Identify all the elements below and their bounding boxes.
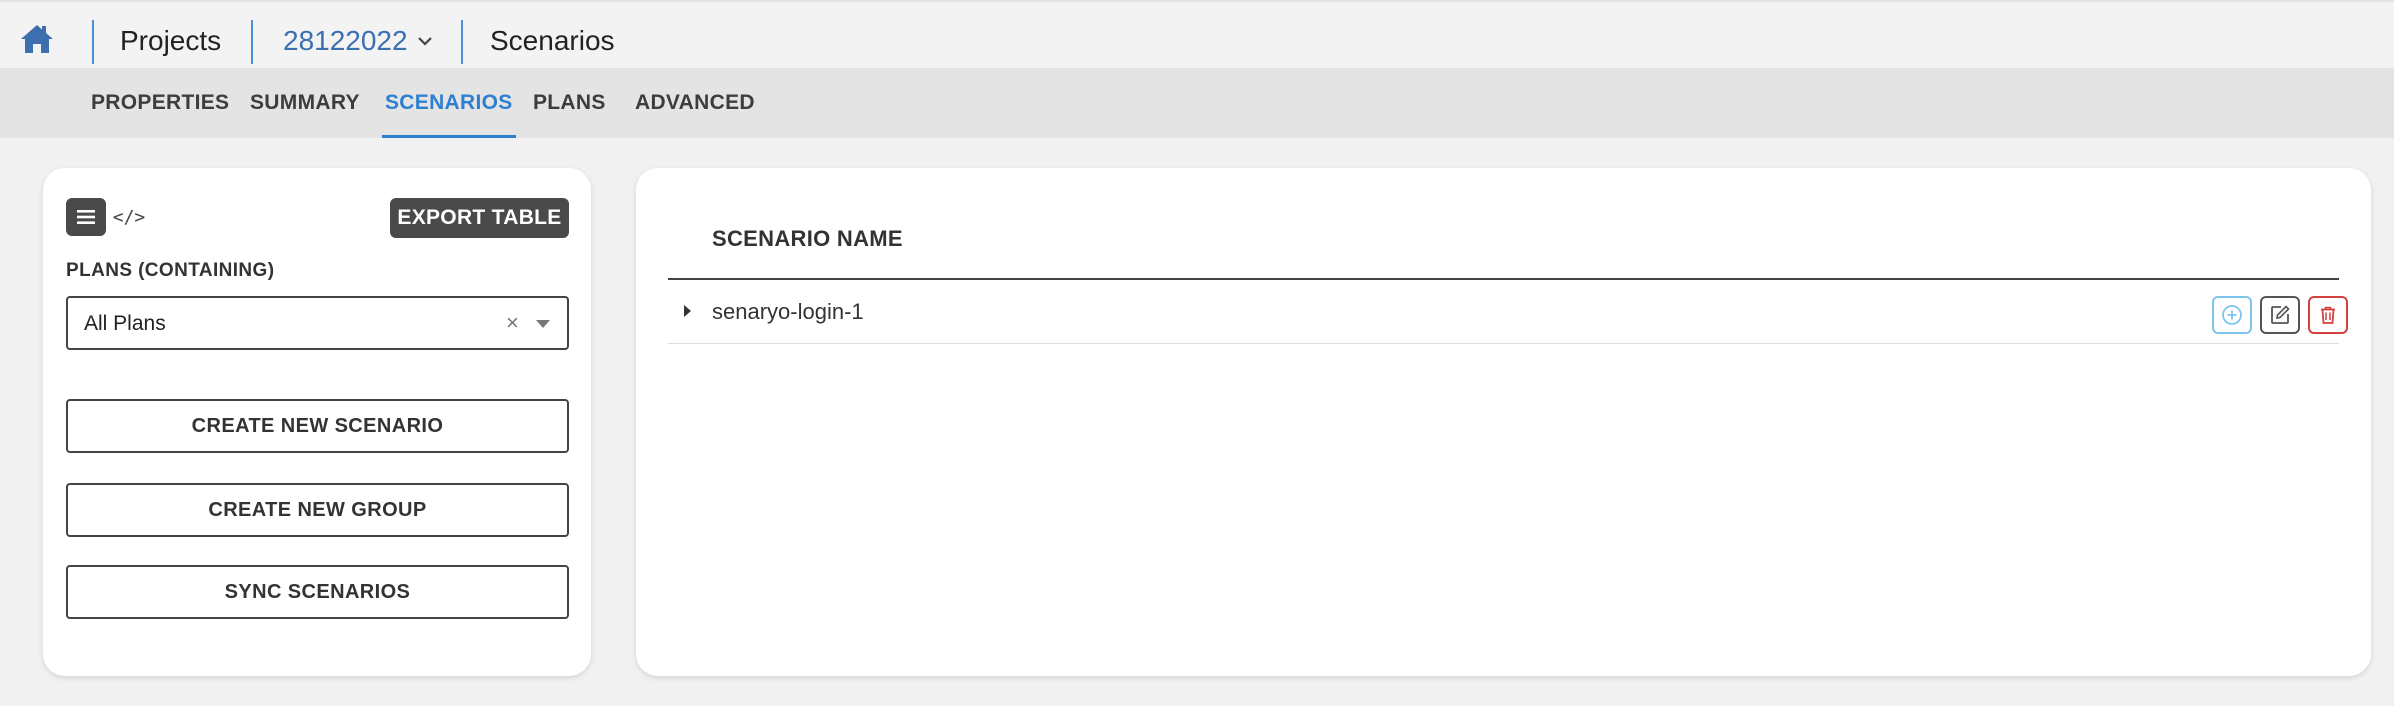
- breadcrumb-project-selector[interactable]: 28122022: [283, 24, 434, 58]
- create-new-group-button[interactable]: CREATE NEW GROUP: [66, 483, 569, 537]
- breadcrumb: Projects 28122022 Scenarios: [0, 0, 2394, 68]
- scenario-name: senaryo-login-1: [712, 299, 864, 324]
- edit-icon: [2271, 305, 2290, 324]
- tab-plans[interactable]: PLANS: [533, 68, 606, 138]
- dropdown-caret-icon[interactable]: [536, 320, 550, 328]
- breadcrumb-separator: [251, 20, 253, 64]
- expand-caret-icon[interactable]: [684, 305, 691, 317]
- scenario-controls-panel: </> EXPORT TABLE PLANS (CONTAINING) All …: [43, 168, 591, 676]
- tab-summary[interactable]: SUMMARY: [250, 68, 360, 138]
- edit-scenario-button[interactable]: [2260, 296, 2300, 334]
- hamburger-menu-icon[interactable]: [66, 198, 106, 236]
- add-step-button[interactable]: [2212, 296, 2252, 334]
- plans-filter-label: PLANS (CONTAINING): [66, 260, 275, 281]
- scenario-table-panel: SCENARIO NAME senaryo-login-1: [636, 168, 2371, 676]
- plans-filter-select[interactable]: All Plans ×: [66, 296, 569, 350]
- create-new-scenario-button[interactable]: CREATE NEW SCENARIO: [66, 399, 569, 453]
- export-table-button[interactable]: EXPORT TABLE: [390, 198, 569, 238]
- breadcrumb-separator: [92, 20, 94, 64]
- tab-scenarios[interactable]: SCENARIOS: [382, 68, 516, 138]
- clear-icon[interactable]: ×: [506, 310, 519, 336]
- plus-circle-icon: [2222, 305, 2242, 325]
- sync-scenarios-button[interactable]: SYNC SCENARIOS: [66, 565, 569, 619]
- column-header-scenario-name: SCENARIO NAME: [712, 226, 903, 251]
- breadcrumb-separator: [461, 20, 463, 64]
- chevron-down-icon: [417, 37, 432, 46]
- tab-advanced[interactable]: ADVANCED: [635, 68, 755, 138]
- tab-bar: PROPERTIES SUMMARY SCENARIOS PLANS ADVAN…: [0, 68, 2394, 138]
- project-id-label: 28122022: [283, 25, 408, 56]
- home-icon[interactable]: [18, 22, 56, 56]
- plans-filter-value: All Plans: [84, 312, 166, 335]
- tab-properties[interactable]: PROPERTIES: [91, 68, 229, 138]
- breadcrumb-current-page: Scenarios: [490, 25, 615, 56]
- delete-scenario-button[interactable]: [2308, 296, 2348, 334]
- table-row[interactable]: senaryo-login-1: [668, 280, 2348, 344]
- breadcrumb-projects[interactable]: Projects: [120, 24, 221, 58]
- trash-icon: [2321, 306, 2335, 324]
- code-icon[interactable]: </>: [113, 202, 146, 232]
